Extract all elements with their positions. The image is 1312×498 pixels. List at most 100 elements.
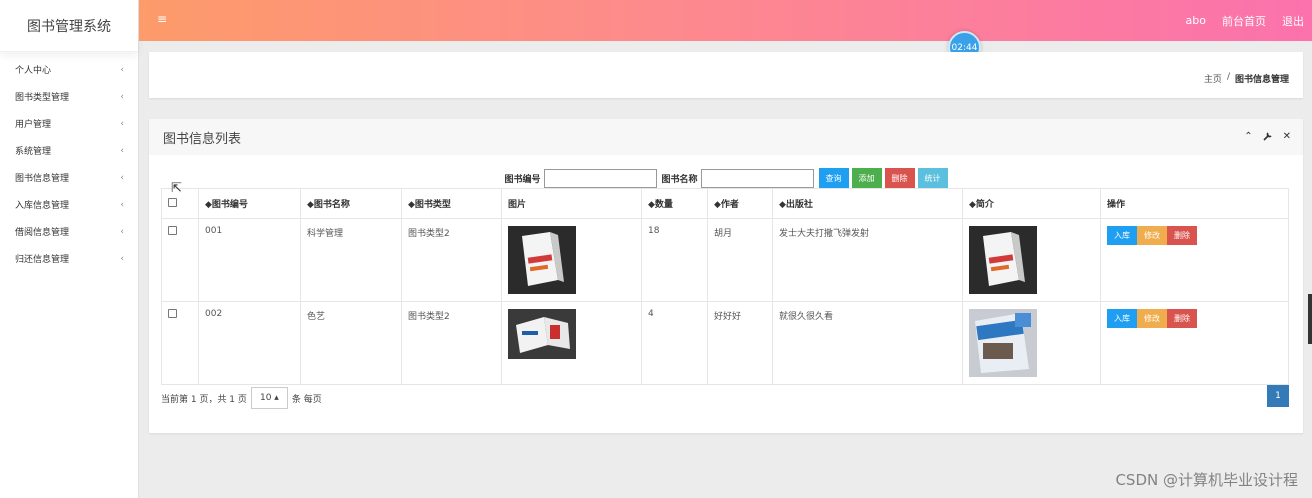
sidebar-item-label: 借阅信息管理: [15, 228, 70, 238]
cell-publisher: 就很久很久看: [772, 301, 963, 385]
scrollbar-handle[interactable]: [1308, 294, 1312, 344]
wrench-icon[interactable]: [1263, 131, 1273, 144]
row-select-cell: [161, 218, 199, 302]
query-button[interactable]: 查询: [818, 168, 849, 189]
breadcrumb-home[interactable]: 主页: [1204, 72, 1222, 85]
watermark: CSDN @计算机毕业设计程: [1115, 471, 1298, 489]
sidebar-item-label: 系统管理: [15, 147, 52, 157]
page-summary: 当前第 1 页，共 1 页: [161, 394, 247, 405]
sidebar-item-label: 用户管理: [15, 120, 52, 130]
frontend-home-link[interactable]: 前台首页: [1222, 13, 1266, 29]
sidebar-item-label: 图书信息管理: [15, 174, 70, 184]
row-select-cell: [161, 301, 199, 385]
cell-image: [501, 301, 642, 385]
page-1-button[interactable]: 1: [1267, 385, 1289, 407]
sidebar-item-book-type[interactable]: 图书类型管理 ‹: [0, 83, 138, 110]
mouse-cursor-icon: ⇱: [171, 181, 182, 196]
edit-button[interactable]: 修改: [1137, 309, 1167, 328]
sidebar-item-personal-center[interactable]: 个人中心 ‹: [0, 56, 138, 83]
chevron-left-icon: ‹: [120, 64, 124, 75]
logout-link[interactable]: 退出: [1282, 13, 1304, 29]
col-quantity[interactable]: ◆数量: [641, 188, 708, 219]
book-no-input[interactable]: [543, 169, 657, 188]
sidebar-item-users[interactable]: 用户管理 ‹: [0, 110, 138, 137]
cell-author: 好好好: [707, 301, 773, 385]
batch-delete-button[interactable]: 删除: [884, 168, 915, 189]
breadcrumb: 主页 / 图书信息管理: [1204, 72, 1289, 85]
cell-actions: 入库 修改 删除: [1100, 218, 1289, 302]
cell-image: [501, 218, 642, 302]
pagination-info: 当前第 1 页，共 1 页 10 ▴ 条 每页: [161, 387, 322, 409]
sidebar-item-stock-in[interactable]: 入库信息管理 ‹: [0, 191, 138, 218]
chevron-left-icon: ‹: [120, 253, 124, 264]
row-checkbox[interactable]: [168, 309, 177, 318]
chevron-left-icon: ‹: [120, 199, 124, 210]
page-size-select[interactable]: 10 ▴: [250, 387, 288, 409]
menu-toggle-icon[interactable]: ≡: [157, 12, 167, 26]
cell-quantity: 18: [641, 218, 708, 302]
sidebar-item-label: 入库信息管理: [15, 201, 70, 211]
delete-button[interactable]: 删除: [1167, 226, 1197, 245]
cell-book-no: 002: [198, 301, 301, 385]
cell-book-name: 科学管理: [300, 218, 402, 302]
close-icon[interactable]: ✕: [1283, 131, 1291, 144]
cell-quantity: 4: [641, 301, 708, 385]
col-publisher[interactable]: ◆出版社: [772, 188, 963, 219]
book-name-input[interactable]: [700, 169, 814, 188]
col-image: 图片: [501, 188, 642, 219]
breadcrumb-panel: 主页 / 图书信息管理: [149, 52, 1303, 98]
cell-book-type: 图书类型2: [401, 218, 502, 302]
cell-intro: [962, 301, 1101, 385]
stock-in-button[interactable]: 入库: [1107, 226, 1137, 245]
edit-button[interactable]: 修改: [1137, 226, 1167, 245]
sidebar-item-label: 图书类型管理: [15, 93, 70, 103]
delete-button[interactable]: 删除: [1167, 309, 1197, 328]
book-cover-image: [508, 309, 576, 359]
sidebar-item-label: 归还信息管理: [15, 255, 70, 265]
col-book-type[interactable]: ◆图书类型: [401, 188, 502, 219]
cell-actions: 入库 修改 删除: [1100, 301, 1289, 385]
book-no-label: 图书编号: [504, 175, 541, 185]
select-all-checkbox[interactable]: [168, 197, 177, 207]
app-title: 图书管理系统: [0, 0, 138, 52]
row-checkbox[interactable]: [168, 226, 177, 235]
cell-author: 胡月: [707, 218, 773, 302]
panel-header: 图书信息列表 ⌃ ✕: [149, 119, 1303, 155]
intro-image: [969, 226, 1037, 294]
sidebar-nav: 个人中心 ‹ 图书类型管理 ‹ 用户管理 ‹ 系统管理 ‹ 图书信息管理 ‹ 入库信息管理…: [0, 52, 138, 272]
search-bar: 图书编号 图书名称 查询 添加 删除 统计: [149, 168, 1303, 189]
stock-in-button[interactable]: 入库: [1107, 309, 1137, 328]
chevron-left-icon: ‹: [120, 145, 124, 156]
sidebar-item-borrow[interactable]: 借阅信息管理 ‹: [0, 218, 138, 245]
book-cover-image: [508, 226, 576, 294]
cell-book-type: 图书类型2: [401, 301, 502, 385]
stats-button[interactable]: 统计: [917, 168, 948, 189]
top-bar: ≡ abo 前台首页 退出: [139, 0, 1312, 41]
sidebar-item-system[interactable]: 系统管理 ‹: [0, 137, 138, 164]
cell-publisher: 发士大夫打撒飞弹发射: [772, 218, 963, 302]
col-book-no[interactable]: ◆图书编号: [198, 188, 301, 219]
panel-tools: ⌃ ✕: [1244, 131, 1291, 144]
col-intro[interactable]: ◆简介: [962, 188, 1101, 219]
col-author[interactable]: ◆作者: [707, 188, 773, 219]
sidebar: 图书管理系统 个人中心 ‹ 图书类型管理 ‹ 用户管理 ‹ 系统管理 ‹ 图书信息管理 ‹…: [0, 0, 139, 498]
username-link[interactable]: abo: [1186, 14, 1206, 27]
book-table: ◆图书编号 ◆图书名称 ◆图书类型 图片 ◆数量 ◆作者 ◆出版社 ◆简介 操作…: [161, 188, 1289, 385]
panel-title: 图书信息列表: [163, 131, 242, 147]
chevron-left-icon: ‹: [120, 118, 124, 129]
collapse-icon[interactable]: ⌃: [1244, 131, 1252, 144]
sidebar-item-book-info[interactable]: 图书信息管理 ‹: [0, 164, 138, 191]
book-list-panel: 图书信息列表 ⌃ ✕ 图书编号 图书名称 查询 添加 删除 统计 ◆图书编号 ◆…: [149, 119, 1303, 433]
chevron-left-icon: ‹: [120, 172, 124, 183]
book-name-label: 图书名称: [661, 175, 698, 185]
row-actions: 入库 修改 删除: [1107, 226, 1282, 245]
per-page-label: 条 每页: [291, 394, 322, 405]
cell-intro: [962, 218, 1101, 302]
table-row: 001 科学管理 图书类型2 18 胡月 发士大夫打撒飞弹发射 入库 修改 删除: [161, 218, 1289, 302]
cell-book-no: 001: [198, 218, 301, 302]
add-button[interactable]: 添加: [851, 168, 882, 189]
sidebar-item-return[interactable]: 归还信息管理 ‹: [0, 245, 138, 272]
top-links: abo 前台首页 退出: [1186, 0, 1304, 41]
col-book-name[interactable]: ◆图书名称: [300, 188, 402, 219]
breadcrumb-separator: /: [1226, 72, 1230, 82]
